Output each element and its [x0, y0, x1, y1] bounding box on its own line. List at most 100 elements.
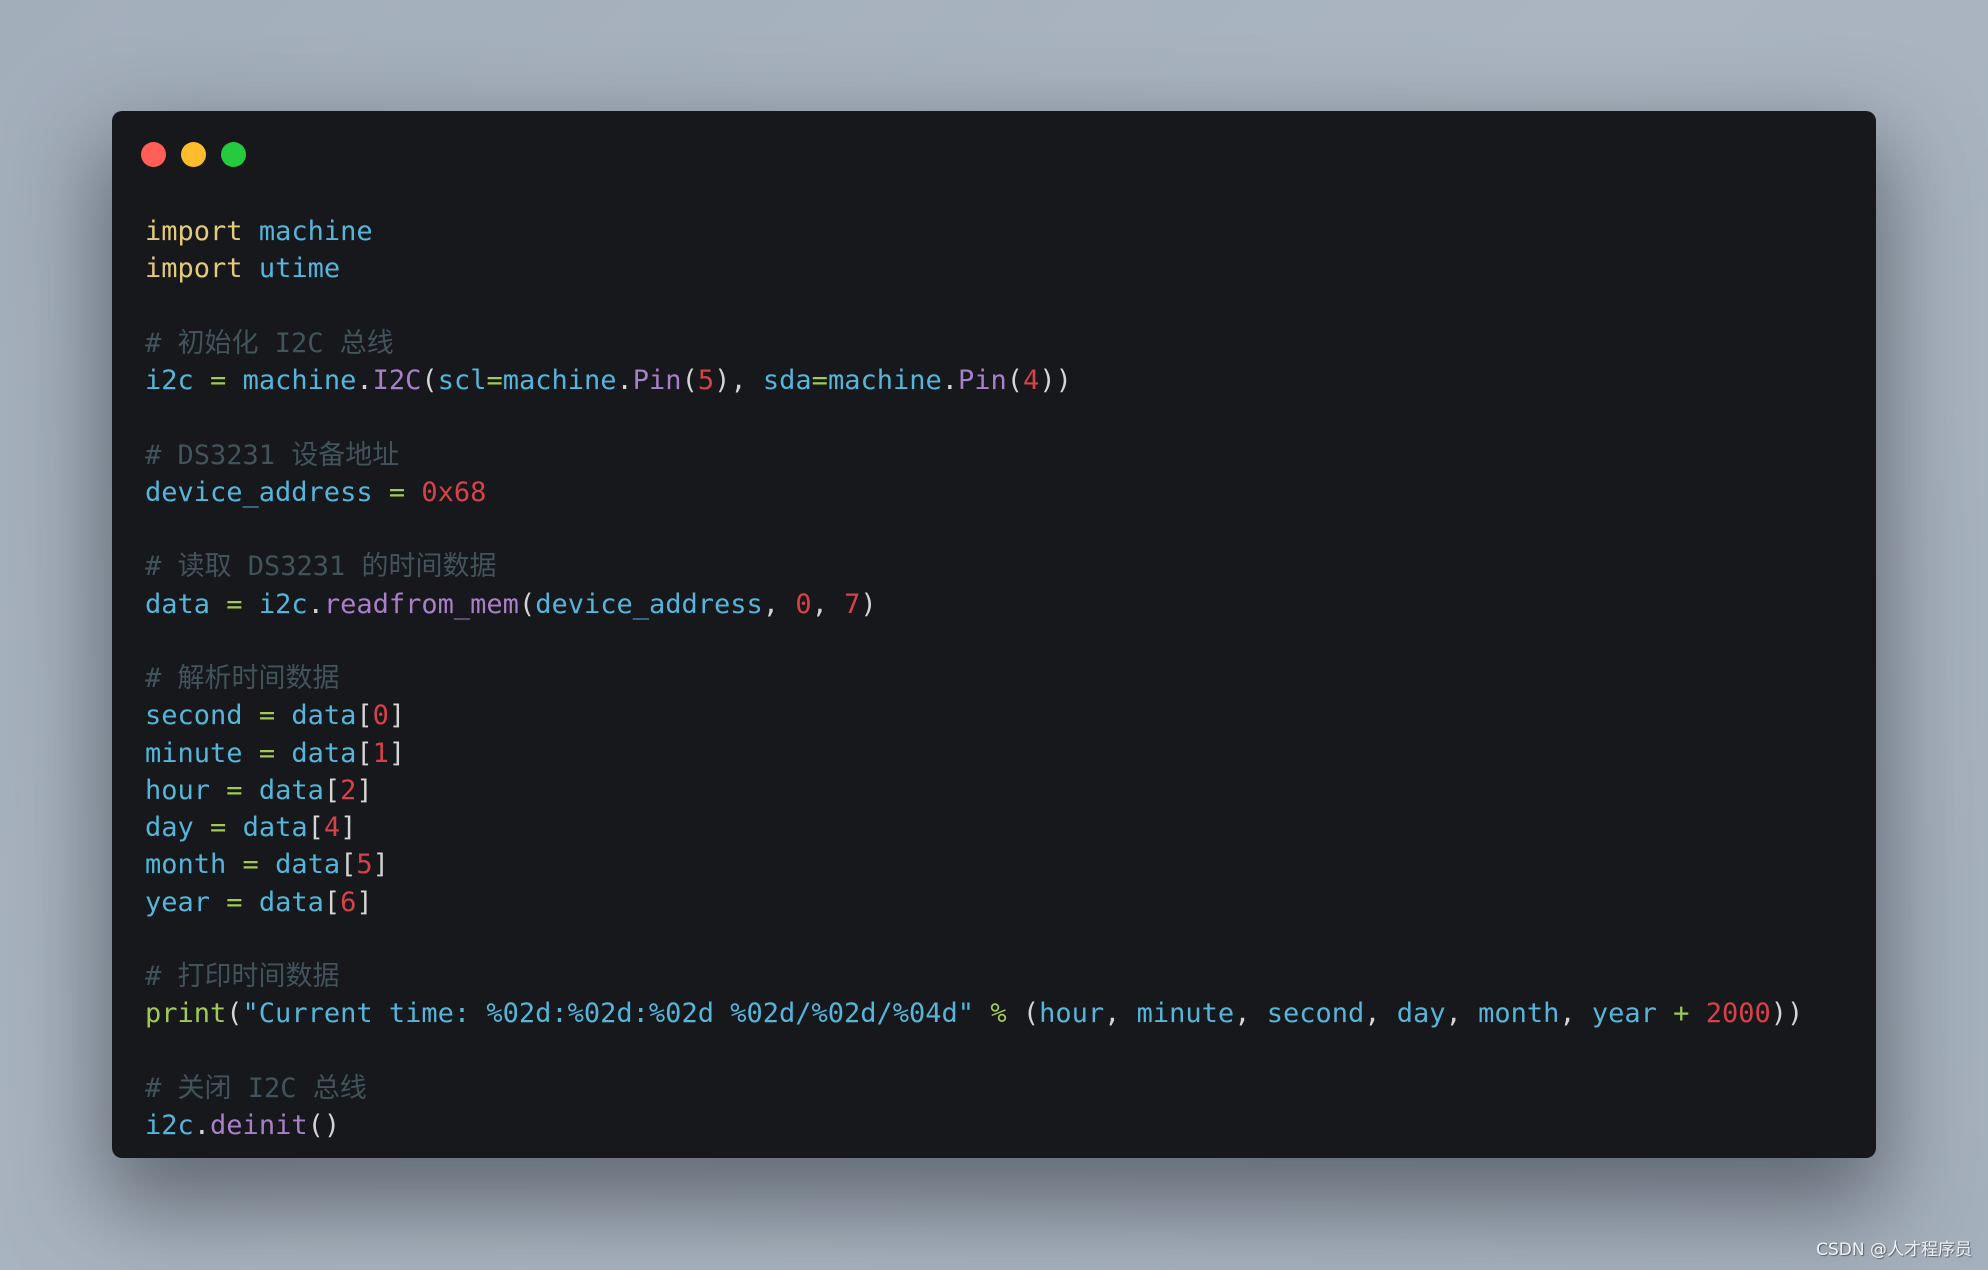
token-punct: .: [941, 365, 958, 396]
token-ident: minute: [145, 737, 243, 769]
token-op: %: [990, 998, 1007, 1030]
token-num: 1: [372, 737, 389, 769]
token-punct: [: [307, 812, 324, 843]
close-dot-icon[interactable]: [141, 142, 166, 167]
token-ident: minute: [1136, 998, 1235, 1030]
token-punct: ,: [1104, 998, 1137, 1030]
token-op: =: [242, 849, 259, 881]
token-ident: year: [1591, 998, 1657, 1030]
code-block: import machine import utime # 初始化 I2C 总线 i…: [145, 213, 1803, 1144]
token-comment: # 打印时间数据: [145, 961, 340, 992]
token-str: "Current time: %02d:%02d:%02d %02d/%02d/…: [242, 998, 975, 1030]
token-ident: year: [145, 886, 211, 918]
token-ident: scl: [437, 365, 487, 396]
token-func: Pin: [958, 365, 1007, 396]
token-op: =: [226, 774, 243, 806]
token-punct: [: [340, 849, 357, 881]
code-line: device_address = 0x68: [145, 474, 1803, 511]
token-punct: [: [356, 737, 373, 769]
token-op: =: [226, 588, 243, 620]
token-punct: ]: [356, 886, 373, 918]
code-line: # 打印时间数据: [145, 958, 1803, 995]
token-ident: device_address: [535, 588, 763, 620]
token-punct: ,: [1234, 998, 1267, 1030]
token-punct: ),: [714, 365, 763, 396]
code-line: minute = data[1]: [145, 735, 1803, 772]
token-func: deinit: [210, 1110, 308, 1141]
minimize-dot-icon[interactable]: [181, 142, 206, 167]
code-window: import machine import utime # 初始化 I2C 总线 i…: [112, 111, 1876, 1158]
token-ident: day: [1396, 998, 1446, 1030]
code-line: year = data[6]: [145, 884, 1803, 921]
token-comment: # 初始化 I2C 总线: [145, 327, 394, 359]
token-punct: [: [356, 700, 373, 732]
token-ident: hour: [1039, 998, 1105, 1030]
token-func: I2C: [372, 365, 422, 396]
token-ident: data: [145, 588, 211, 620]
token-punct: [: [323, 774, 341, 806]
code-line: import machine: [145, 213, 1803, 250]
token-punct: (: [681, 365, 698, 396]
token-comment: # DS3231 设备地址: [145, 439, 400, 471]
token-ident: machine: [502, 365, 617, 396]
token-func: Pin: [632, 365, 682, 396]
token-punct: .: [193, 1110, 211, 1141]
token-comment: # 读取 DS3231 的时间数据: [145, 551, 497, 583]
token-punct: .: [356, 365, 373, 396]
token-ident: i2c: [145, 365, 194, 396]
code-line: # DS3231 设备地址: [145, 437, 1803, 474]
code-line: i2c.deinit(): [145, 1107, 1803, 1144]
token-num: 0x68: [421, 476, 487, 508]
code-line: month = data[5]: [145, 846, 1803, 883]
token-punct: ,: [1364, 998, 1397, 1030]
token-num: 0: [372, 700, 389, 732]
token-func: readfrom_mem: [323, 588, 519, 620]
token-op: print: [145, 998, 227, 1030]
token-ident: data: [258, 774, 324, 806]
token-punct: ]: [388, 737, 406, 769]
token-ident: second: [145, 700, 243, 732]
token-ident: machine: [827, 365, 942, 396]
token-punct: ,: [762, 588, 796, 620]
token-punct: ]: [340, 812, 357, 843]
maximize-dot-icon[interactable]: [221, 142, 246, 167]
token-punct: (: [421, 365, 438, 396]
token-ident: i2c: [258, 588, 308, 620]
token-ident: machine: [242, 365, 357, 396]
token-punct: )): [1039, 365, 1072, 396]
watermark: CSDN @人才程序员: [1816, 1240, 1972, 1260]
token-op: =: [811, 365, 828, 396]
token-num: 2000: [1705, 998, 1771, 1030]
token-ident: data: [291, 737, 357, 769]
token-punct: ,: [1559, 998, 1592, 1030]
code-line: day = data[4]: [145, 809, 1803, 846]
token-keyword: import: [145, 253, 243, 285]
token-op: =: [226, 886, 243, 918]
token-num: 6: [340, 886, 357, 918]
token-num: 5: [356, 849, 373, 881]
token-punct: (: [1006, 365, 1024, 396]
code-line: import utime: [145, 250, 1803, 287]
token-comment: # 解析时间数据: [145, 663, 340, 694]
code-line: print("Current time: %02d:%02d:%02d %02d…: [145, 995, 1803, 1032]
